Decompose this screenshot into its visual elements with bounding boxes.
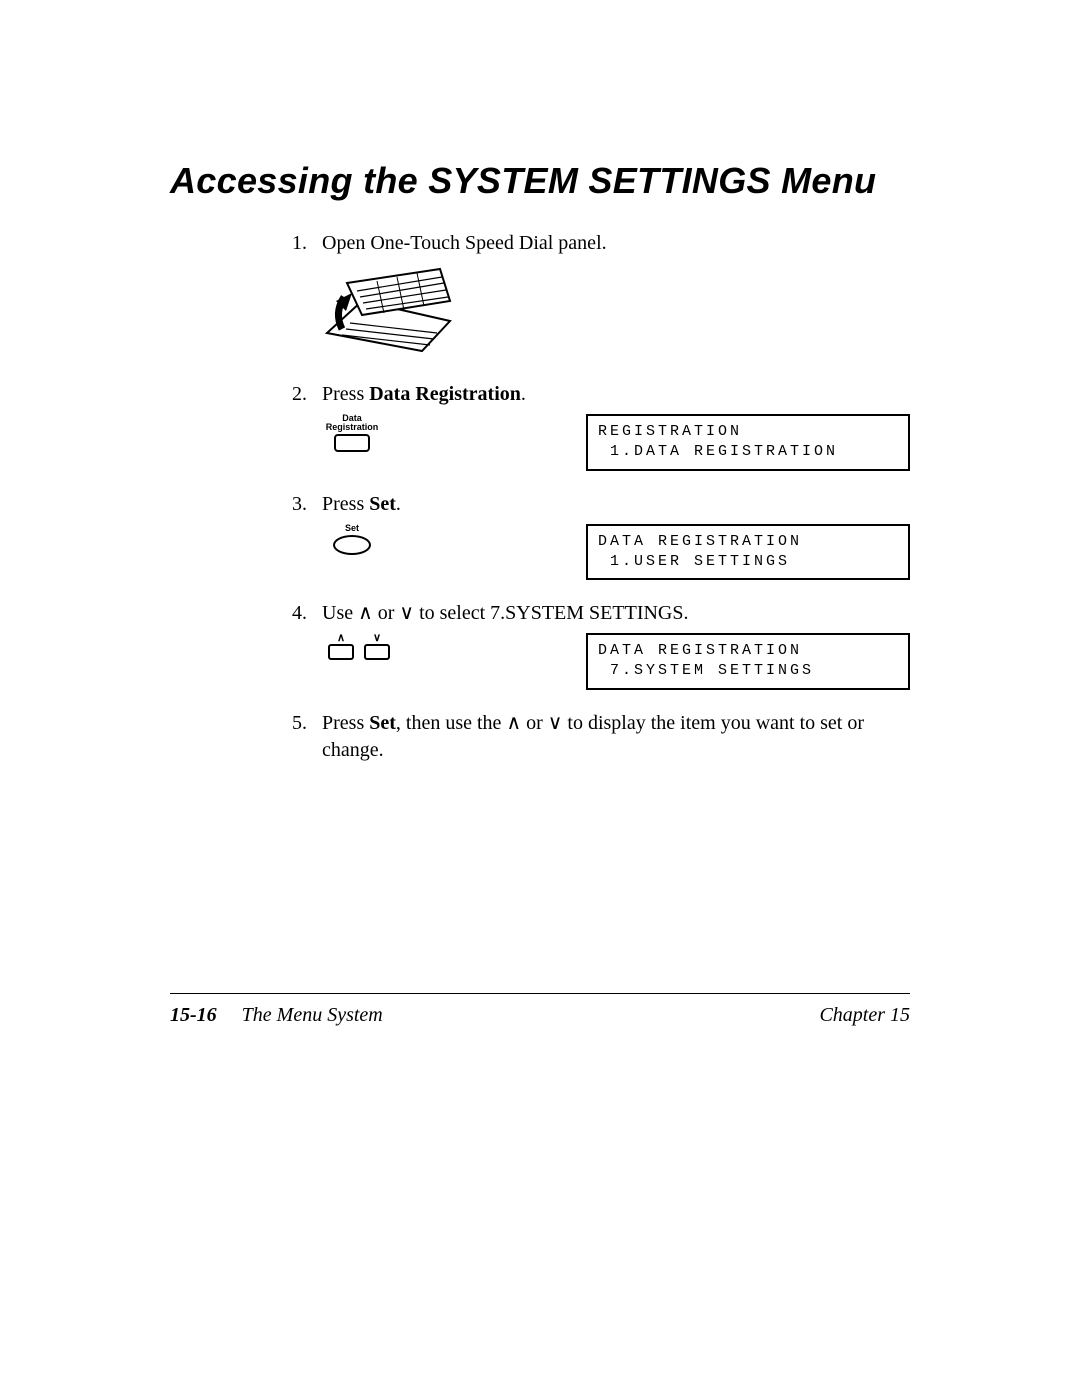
step-2-bold: Data Registration	[369, 383, 521, 405]
step-3-bold: Set	[369, 493, 396, 515]
rect-button-icon	[334, 434, 370, 452]
step-5-bold: Set	[369, 712, 396, 734]
down-arrow-inline-2: ∨	[548, 712, 563, 734]
down-arrow-symbol: ∨	[373, 633, 381, 644]
step-5: Press Set, then use the ∧ or ∨ to displa…	[312, 710, 910, 764]
content-area: Accessing the SYSTEM SETTINGS Menu Open …	[0, 0, 1080, 764]
step-2-pre: Press	[322, 383, 369, 405]
step-3-text: Press Set.	[322, 491, 910, 518]
page: Accessing the SYSTEM SETTINGS Menu Open …	[0, 0, 1080, 1397]
step-2-text: Press Data Registration.	[322, 381, 910, 408]
down-arrow-inline: ∨	[399, 602, 414, 624]
up-arrow-symbol: ∧	[337, 633, 345, 644]
step-3-post: .	[396, 493, 401, 515]
up-arrow-inline: ∧	[358, 602, 373, 624]
section-title: The Menu System	[242, 1004, 383, 1026]
lcd2-line1: DATA REGISTRATION	[598, 533, 802, 550]
lcd1-line2: 1.DATA REGISTRATION	[598, 443, 838, 460]
speed-dial-panel-illustration	[322, 263, 452, 361]
step-4-post: to select 7.SYSTEM SETTINGS.	[414, 602, 688, 624]
step-2-post: .	[521, 383, 526, 405]
step-4: Use ∧ or ∨ to select 7.SYSTEM SETTINGS. …	[312, 600, 910, 690]
step-4-pre: Use	[322, 602, 358, 624]
step-5-mid2: or	[521, 712, 548, 734]
lcd-display-1: REGISTRATION 1.DATA REGISTRATION	[586, 414, 910, 471]
arrow-buttons-illustration: ∧ ∨	[322, 633, 452, 660]
step-4-mid: or	[373, 602, 400, 624]
up-arrow-inline-2: ∧	[506, 712, 521, 734]
step-3: Press Set. Set DATA REGISTRATION 1.USER …	[312, 491, 910, 581]
lcd3-line2: 7.SYSTEM SETTINGS	[598, 662, 814, 679]
step-4-text: Use ∧ or ∨ to select 7.SYSTEM SETTINGS.	[322, 600, 910, 627]
lcd2-line2: 1.USER SETTINGS	[598, 553, 790, 570]
footer-left: 15-16 The Menu System	[170, 1004, 383, 1027]
lcd-display-3: DATA REGISTRATION 7.SYSTEM SETTINGS	[586, 633, 910, 690]
btn-label-set: Set	[345, 524, 359, 533]
lcd-display-2: DATA REGISTRATION 1.USER SETTINGS	[586, 524, 910, 581]
page-footer: 15-16 The Menu System Chapter 15	[170, 993, 910, 1027]
page-heading: Accessing the SYSTEM SETTINGS Menu	[170, 160, 910, 202]
lcd3-line1: DATA REGISTRATION	[598, 642, 802, 659]
step-1: Open One-Touch Speed Dial panel.	[312, 230, 910, 361]
page-number: 15-16	[170, 1004, 217, 1026]
data-registration-button-illustration: Data Registration	[322, 414, 452, 452]
step-2: Press Data Registration. Data Registrati…	[312, 381, 910, 471]
step-1-text: Open One-Touch Speed Dial panel.	[322, 230, 910, 257]
lcd1-line1: REGISTRATION	[598, 423, 742, 440]
chapter-label: Chapter 15	[819, 1004, 910, 1027]
step-5-mid1: , then use the	[396, 712, 507, 734]
steps-list: Open One-Touch Speed Dial panel.	[170, 230, 910, 764]
set-button-illustration: Set	[322, 524, 452, 555]
btn-label-registration: Registration	[326, 423, 379, 432]
step-5-pre: Press	[322, 712, 369, 734]
down-button-icon	[364, 644, 390, 660]
step-5-text: Press Set, then use the ∧ or ∨ to displa…	[322, 712, 864, 761]
step-3-pre: Press	[322, 493, 369, 515]
up-button-icon	[328, 644, 354, 660]
oval-button-icon	[333, 535, 371, 555]
